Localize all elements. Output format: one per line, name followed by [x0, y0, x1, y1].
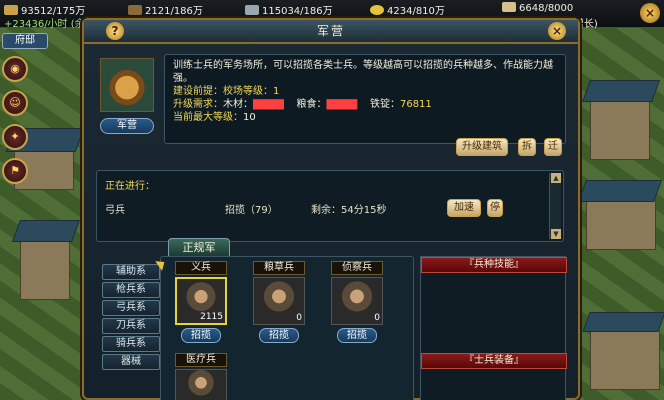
food-resource: 6648/8000 [502, 2, 573, 14]
max-level-label: 当前最大等级： [173, 112, 243, 123]
building-name-badge: 军营 [100, 118, 154, 134]
requirement-value: 校场等级：1 [223, 86, 280, 97]
training-progress-panel: 正在进行： 弓兵 招揽（79） 剩余： 54分15秒 加速 停 ▲ ▼ [96, 170, 564, 242]
militia-portrait[interactable]: 2115 [175, 277, 227, 325]
description-text: 训练士兵的军务场所，可以招揽各类士兵。等级越高可以招揽的兵种越多、作战能力越强。 [173, 60, 553, 84]
dialog-title: 军营 [84, 20, 578, 44]
residence-tab[interactable]: 府邸 [2, 33, 48, 49]
house [586, 200, 656, 250]
scroll-up-icon[interactable]: ▲ [551, 173, 561, 183]
building-info: 军营 训练士兵的军务场所，可以招揽各类士兵。等级越高可以招揽的兵种越多、作战能力… [94, 54, 566, 164]
unit-count: 0 [296, 313, 302, 323]
upgrade-cost-line: 升级需求：木材：▇▇▇▇ 粮食：▇▇▇▇ 铁锭：76811 [173, 98, 557, 111]
unit-grid: 义兵 2115 招揽 粮草兵 0 招揽 侦察兵 0 招揽 医疗兵 [160, 256, 414, 400]
roof [582, 312, 664, 332]
income-rate: +23436/小时 (余 [4, 19, 85, 30]
progress-scrollbar[interactable]: ▲ ▼ [549, 173, 561, 239]
roof [577, 180, 663, 202]
stop-button[interactable]: 停 [487, 199, 503, 217]
roof [11, 220, 81, 242]
recruit-button[interactable]: 招揽 [181, 328, 221, 343]
progress-action: 招揽（79） [225, 205, 278, 216]
category-siege[interactable]: 器械 [102, 354, 160, 370]
shield-icon[interactable]: ◉ [2, 56, 28, 82]
iron-cost-value: 76811 [399, 99, 432, 110]
unit-name: 义兵 [175, 261, 227, 275]
max-level-line: 当前最大等级：10 [173, 111, 557, 124]
iron-icon [245, 5, 259, 15]
category-archer[interactable]: 弓兵系 [102, 300, 160, 316]
upgrade-label: 升级需求： [173, 99, 223, 110]
wood-cost-value: ▇▇▇▇ [253, 99, 284, 110]
scout-portrait[interactable]: 0 [331, 277, 383, 325]
unit-card-militia[interactable]: 义兵 2115 招揽 [175, 261, 227, 343]
food-icon [502, 2, 516, 12]
unit-name: 医疗兵 [175, 353, 227, 367]
progress-unit: 弓兵 [105, 205, 125, 216]
food-cost-label: 粮食： [296, 99, 327, 110]
relocate-button[interactable]: 迁 [544, 138, 562, 156]
remaining-label: 剩余： [311, 205, 341, 216]
speed-up-button[interactable]: 加速 [447, 199, 481, 217]
close-icon[interactable]: × [548, 22, 566, 40]
unit-card-supply[interactable]: 粮草兵 0 招揽 [253, 261, 305, 343]
max-level-value: 10 [243, 112, 256, 123]
requirement-label: 建设前提： [173, 86, 223, 97]
recruit-button[interactable]: 招揽 [337, 328, 377, 343]
equipment-header: 『士兵装备』 [421, 353, 567, 369]
progress-title: 正在进行： [105, 181, 155, 192]
recruit-button[interactable]: 招揽 [259, 328, 299, 343]
wood-cost-label: 木材： [223, 99, 253, 110]
close-icon[interactable]: × [640, 3, 660, 23]
scroll-icon[interactable]: ✦ [2, 124, 28, 150]
unit-category-list: 辅助系 枪兵系 弓兵系 刀兵系 骑兵系 器械 [102, 264, 160, 372]
category-spear[interactable]: 枪兵系 [102, 282, 160, 298]
house [590, 330, 660, 390]
unit-name: 粮草兵 [253, 261, 305, 275]
category-support[interactable]: 辅助系 [102, 264, 160, 280]
roof [581, 80, 661, 102]
supply-soldier-portrait[interactable]: 0 [253, 277, 305, 325]
iron-resource: 115034/186万 [245, 2, 333, 17]
food-cost-value: ▇▇▇▇ [326, 99, 358, 110]
iron-cost-label: 铁锭： [369, 99, 400, 110]
unit-name: 侦察兵 [331, 261, 383, 275]
unit-detail-panel: 『兵种技能』 『士兵装备』 [420, 256, 567, 400]
house [590, 100, 650, 160]
coin-icon [370, 5, 384, 15]
tab-regular-army[interactable]: 正规军 [168, 238, 230, 256]
barracks-image [100, 58, 154, 112]
category-cavalry[interactable]: 骑兵系 [102, 336, 160, 352]
category-blade[interactable]: 刀兵系 [102, 318, 160, 334]
barracks-dialog: 军营 ? × 军营 训练士兵的军务场所，可以招揽各类士兵。等级越高可以招揽的兵种… [82, 18, 580, 400]
medic-portrait[interactable] [175, 369, 227, 400]
scroll-down-icon[interactable]: ▼ [551, 229, 561, 239]
help-icon[interactable]: ? [106, 22, 124, 40]
general-icon[interactable]: ☺ [2, 90, 28, 116]
population-icon [4, 5, 18, 15]
house [20, 240, 70, 300]
progress-row: 弓兵 招揽（79） 剩余： 54分15秒 加速 停 [105, 199, 545, 217]
coin-resource: 4234/810万 [370, 2, 445, 17]
upgrade-building-button[interactable]: 升级建筑 [456, 138, 508, 156]
flag-icon[interactable]: ⚑ [2, 158, 28, 184]
unit-count: 0 [374, 313, 380, 323]
skills-header: 『兵种技能』 [421, 257, 567, 273]
remaining-time: 54分15秒 [341, 205, 387, 216]
unit-count: 2115 [200, 312, 223, 322]
wood-resource: 2121/186万 [128, 2, 203, 17]
building-description: 训练士兵的军务场所，可以招揽各类士兵。等级越高可以招揽的兵种越多、作战能力越强。… [164, 54, 566, 144]
unit-card-medic[interactable]: 医疗兵 [175, 353, 227, 400]
unit-card-scout[interactable]: 侦察兵 0 招揽 [331, 261, 383, 343]
demolish-button[interactable]: 拆 [518, 138, 536, 156]
requirement-line: 建设前提：校场等级：1 [173, 85, 557, 98]
wood-icon [128, 5, 142, 15]
